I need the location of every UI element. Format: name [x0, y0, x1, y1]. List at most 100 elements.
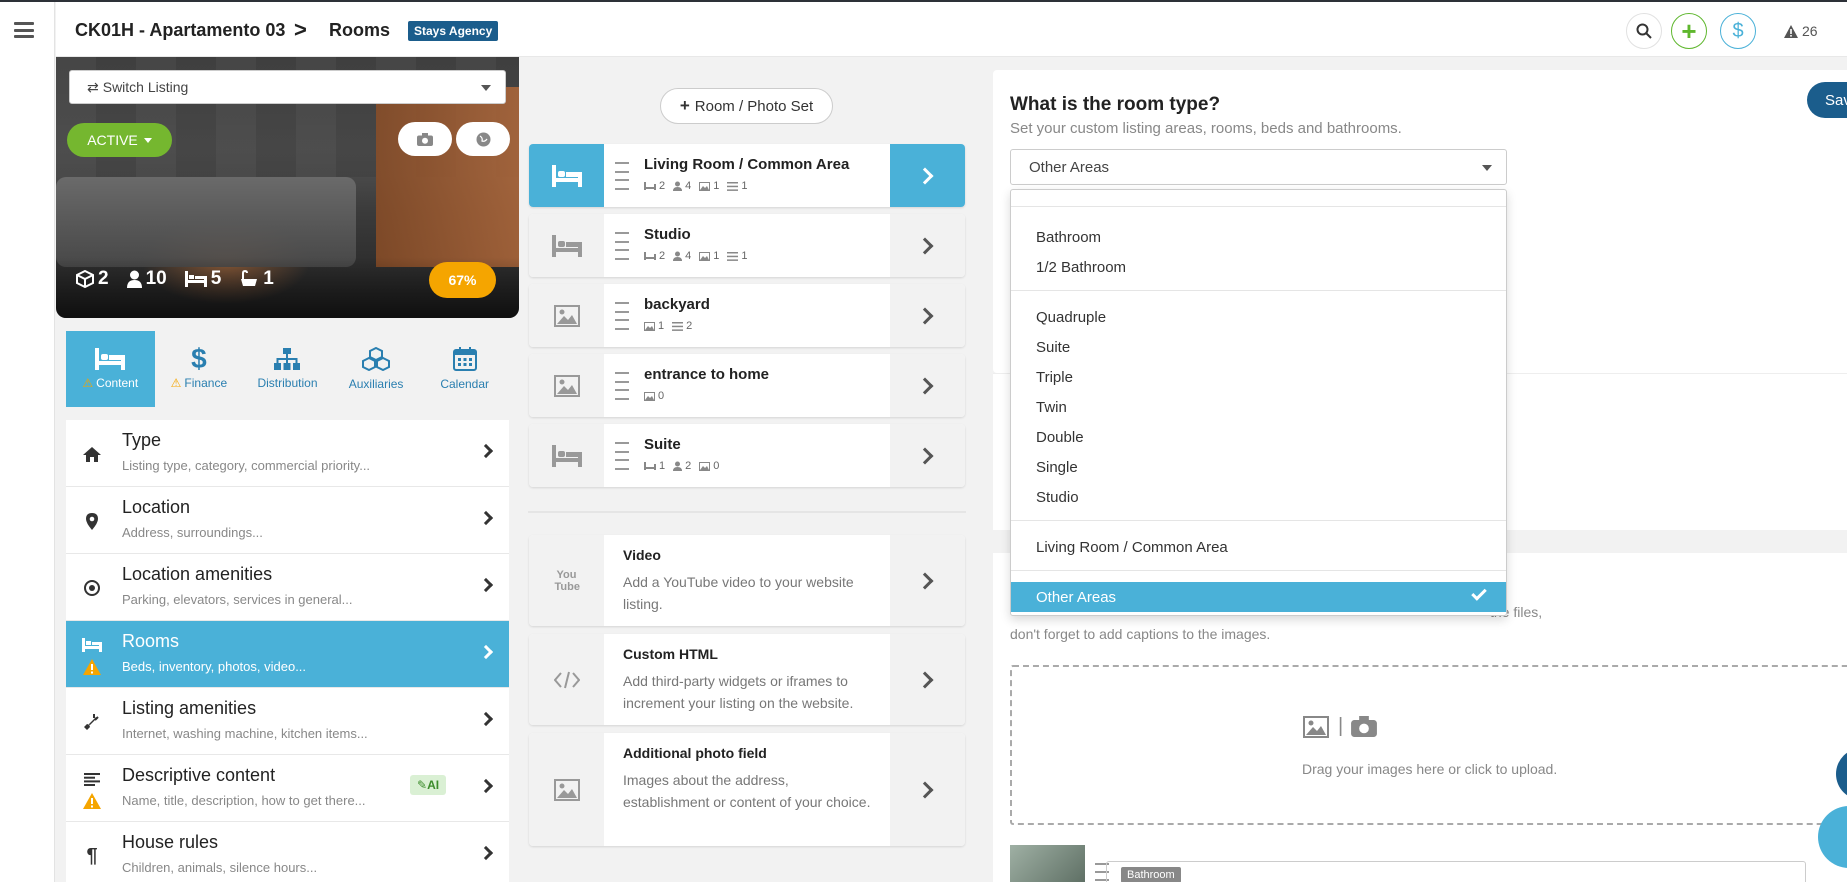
bed-icon [644, 182, 656, 190]
bath-icon [241, 270, 258, 286]
video-item[interactable]: You Tube Video Add a YouTube video to yo… [529, 535, 965, 626]
photo-thumbnail[interactable] [1010, 845, 1085, 882]
drag-handle-icon[interactable] [615, 302, 629, 330]
drag-handle-icon[interactable] [615, 372, 629, 400]
rooms-count: 2 [98, 268, 109, 289]
add-button[interactable]: + [1671, 13, 1707, 49]
switch-listing-label: Switch Listing [102, 79, 189, 95]
alerts-counter[interactable]: 26 [1784, 23, 1818, 39]
dollar-icon: $ [191, 343, 207, 374]
menu-item-rooms[interactable]: Rooms Beds, inventory, photos, video... [66, 621, 509, 688]
calendar-icon [452, 347, 477, 371]
list-icon [727, 181, 739, 191]
add-room-button[interactable]: + Room / Photo Set [660, 88, 833, 124]
plug-icon [82, 712, 102, 732]
chevron-right-icon [890, 284, 965, 347]
status-dropdown[interactable]: ACTIVE [67, 123, 172, 157]
search-button[interactable] [1626, 13, 1662, 49]
additional-photo-item[interactable]: Additional photo field Images about the … [529, 733, 965, 846]
drag-handle-icon[interactable] [615, 232, 629, 260]
option-twin[interactable]: Twin [1011, 392, 1506, 422]
switch-listing-dropdown[interactable]: ⇄ Switch Listing [69, 70, 506, 104]
room-item[interactable]: Living Room / Common Area 2 4 1 1 [529, 144, 965, 207]
option-studio[interactable]: Studio [1011, 482, 1506, 512]
beds-stat: 5 [184, 268, 221, 290]
option-bathroom[interactable]: Bathroom [1011, 222, 1506, 252]
room-photos: 0 [713, 460, 720, 472]
menu-item-location-amenities[interactable]: Location amenities Parking, elevators, s… [66, 554, 509, 621]
breadcrumb-page: Rooms [329, 20, 391, 40]
search-icon [1636, 23, 1652, 39]
custom-html-desc: Add third-party widgets or iframes to in… [623, 673, 854, 711]
hamburger-menu-icon[interactable] [14, 22, 34, 38]
save-button[interactable]: Sav [1807, 82, 1847, 118]
option-other-areas[interactable]: Other Areas [1011, 582, 1506, 612]
finance-button[interactable]: $ [1720, 13, 1756, 49]
status-label: ACTIVE [87, 132, 138, 148]
bed-icon [95, 348, 126, 370]
room-item[interactable]: Studio 2 4 1 1 [529, 214, 965, 277]
divider-bar: | [1338, 715, 1344, 737]
room-name: entrance to home [644, 366, 770, 383]
content-menu: Type Listing type, category, commercial … [66, 420, 509, 882]
rooms-stat: 2 [76, 268, 109, 290]
tab-distribution[interactable]: Distribution [243, 331, 332, 407]
room-meta: 2 4 1 1 [644, 180, 748, 192]
room-meta: 0 [644, 390, 664, 402]
menu-item-house-rules[interactable]: ¶ House rules Children, animals, silence… [66, 822, 509, 882]
menu-item-desc: Address, surroundings... [122, 525, 263, 540]
room-item[interactable]: backyard 1 2 [529, 284, 965, 347]
menu-item-listing-amenities[interactable]: Listing amenities Internet, washing mach… [66, 688, 509, 755]
switch-icon: ⇄ [87, 78, 99, 95]
listing-stats: 2 10 5 1 [76, 268, 274, 290]
completion-badge: 67% [429, 262, 496, 298]
tab-content[interactable]: ⚠ Content [66, 331, 155, 407]
tab-finance[interactable]: $ ⚠ Finance [155, 331, 244, 407]
tab-calendar[interactable]: Calendar [420, 331, 509, 407]
warning-icon [1784, 24, 1798, 38]
menu-item-descriptive-content[interactable]: Descriptive content Name, title, descrip… [66, 755, 509, 822]
photo-button[interactable] [398, 122, 452, 156]
tab-auxiliaries[interactable]: Auxiliaries [332, 331, 421, 407]
breadcrumb-listing[interactable]: CK01H - Apartamento 03 [75, 20, 285, 41]
chevron-right-icon [478, 845, 494, 861]
option-single[interactable]: Single [1011, 452, 1506, 482]
option-divider [1011, 290, 1506, 291]
add-room-label: Room / Photo Set [694, 97, 814, 115]
image-dropzone[interactable]: | Drag your images here or click to uplo… [1010, 665, 1847, 825]
custom-html-item[interactable]: Custom HTML Add third-party widgets or i… [529, 634, 965, 725]
tab-label: Auxiliaries [348, 377, 404, 391]
bed-icon [529, 424, 604, 487]
code-icon [529, 634, 604, 725]
additional-photo-title: Additional photo field [623, 745, 767, 761]
guests-count: 10 [145, 268, 167, 289]
room-item[interactable]: entrance to home 0 [529, 354, 965, 417]
video-desc: Add a YouTube video to your website list… [623, 574, 854, 612]
option-half-bathroom[interactable]: 1/2 Bathroom [1011, 252, 1506, 282]
tab-label: Calendar [440, 377, 490, 391]
option-quadruple[interactable]: Quadruple [1011, 302, 1506, 332]
room-meta: 2 4 1 1 [644, 250, 748, 262]
menu-item-title: Type [122, 430, 162, 450]
bed-icon [644, 252, 656, 260]
room-name: Studio [644, 226, 691, 243]
listing-cover-photo: ⇄ Switch Listing ACTIVE 2 10 5 1 67% [56, 57, 519, 318]
menu-item-location[interactable]: Location Address, surroundings... [66, 487, 509, 554]
room-type-select[interactable]: Other Areas [1010, 149, 1507, 185]
option-triple[interactable]: Triple [1011, 362, 1506, 392]
check-icon [1471, 585, 1487, 601]
room-item[interactable]: Suite 1 2 0 [529, 424, 965, 487]
ai-badge[interactable]: ✎AI [410, 775, 447, 795]
youtube-icon-text: You Tube [554, 568, 580, 593]
drag-handle-icon[interactable] [615, 442, 629, 470]
option-living-room[interactable]: Living Room / Common Area [1011, 532, 1506, 562]
option-double[interactable]: Double [1011, 422, 1506, 452]
menu-item-type[interactable]: Type Listing type, category, commercial … [66, 420, 509, 487]
magic-wand-icon: ✎ [417, 778, 428, 792]
drag-handle-icon[interactable] [615, 162, 629, 190]
map-pin-icon [82, 511, 102, 531]
option-suite[interactable]: Suite [1011, 332, 1506, 362]
user-icon [673, 251, 683, 261]
photo-caption-field[interactable]: Bathroom [1106, 861, 1806, 882]
website-button[interactable] [456, 122, 510, 156]
